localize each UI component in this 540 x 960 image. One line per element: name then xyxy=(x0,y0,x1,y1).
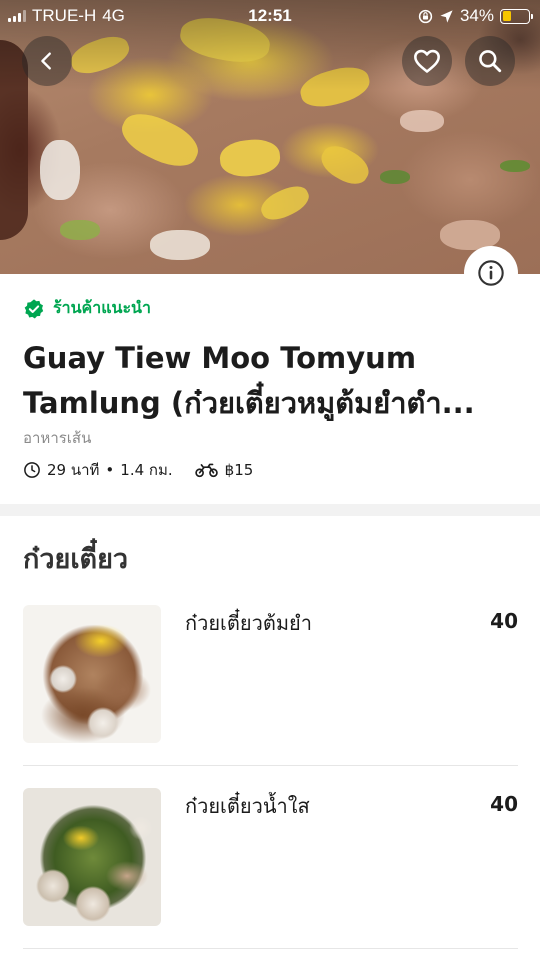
info-icon xyxy=(478,260,504,286)
menu-item-price: 40 xyxy=(490,609,518,633)
merchant-name-line-2: Tamlung (ก๋วยเตี๋ยวหมูต้มยำตำ... xyxy=(23,386,475,420)
distance: 1.4 กม. xyxy=(120,461,173,479)
heart-icon xyxy=(414,49,440,73)
menu-item-divider xyxy=(23,765,518,766)
menu-item-photo xyxy=(23,788,161,926)
recommended-badge: ร้านค้าแนะนำ xyxy=(23,296,151,321)
delivery-time: 29 นาที xyxy=(47,461,100,479)
menu-item-name: ก๋วยเตี๋ยวต้มยำ xyxy=(185,611,312,635)
merchant-name: Guay Tiew Moo Tomyum Tamlung (ก๋วยเตี๋ยว… xyxy=(23,336,518,426)
search-button[interactable] xyxy=(465,36,515,86)
merchant-hero-image xyxy=(0,0,540,274)
favorite-button[interactable] xyxy=(402,36,452,86)
status-bar: TRUE-H 4G 12:51 34% xyxy=(0,0,540,34)
menu-item-photo xyxy=(23,605,161,743)
delivery-bike-icon xyxy=(194,463,218,478)
delivery-meta: 29 นาที • 1.4 กม. ฿15 xyxy=(23,458,253,482)
back-arrow-icon xyxy=(41,52,51,70)
back-button[interactable] xyxy=(22,36,72,86)
menu-section-title: ก๋วยเตี๋ยว xyxy=(23,544,129,575)
battery-percentage: 34% xyxy=(459,6,494,25)
recommended-label: ร้านค้าแนะนำ xyxy=(53,298,151,317)
section-divider xyxy=(0,504,540,516)
menu-item[interactable]: ก๋วยเตี๋ยวต้มยำ 40 xyxy=(23,605,518,766)
merchant-name-line-1: Guay Tiew Moo Tomyum xyxy=(23,341,417,375)
merchant-info-button[interactable] xyxy=(464,246,518,300)
meta-separator: • xyxy=(105,461,115,479)
verified-check-icon xyxy=(24,298,44,318)
menu-item-name: ก๋วยเตี๋ยวน้ำใส xyxy=(185,794,310,818)
menu-item[interactable]: ก๋วยเตี๋ยวน้ำใส 40 xyxy=(23,788,518,949)
battery-icon xyxy=(500,8,533,24)
orientation-lock-icon xyxy=(418,9,433,23)
search-icon xyxy=(479,50,502,73)
menu-item-divider xyxy=(23,948,518,949)
cuisine-category: อาหารเส้น xyxy=(23,429,92,447)
clock-icon xyxy=(24,462,40,478)
delivery-fee: ฿15 xyxy=(224,461,254,479)
menu-item-price: 40 xyxy=(490,792,518,816)
location-arrow-icon xyxy=(440,9,453,23)
